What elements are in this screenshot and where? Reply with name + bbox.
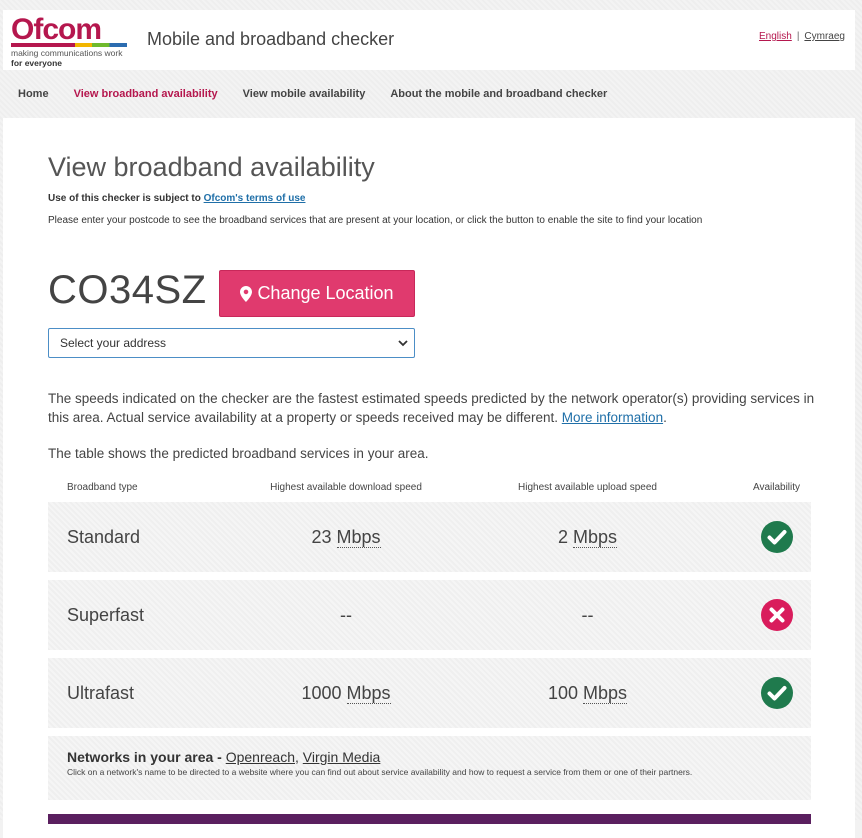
broadband-type: Standard	[48, 527, 259, 548]
header-availability: Availability	[742, 482, 811, 493]
upload-speed: 100 Mbps	[433, 683, 742, 704]
logo-tagline-bold: for everyone	[11, 58, 62, 68]
download-speed: --	[259, 605, 433, 626]
nav-mobile-availability[interactable]: View mobile availability	[243, 88, 366, 100]
networks-heading: Networks in your area - Openreach, Virgi…	[67, 749, 811, 765]
logo-wordmark: Ofcom	[11, 13, 101, 47]
instructions-text: Please enter your postcode to see the br…	[48, 215, 702, 226]
upload-value: --	[582, 605, 594, 625]
broadband-type: Superfast	[48, 605, 259, 626]
check-icon	[761, 521, 793, 553]
table-header: Broadband type Highest available downloa…	[48, 472, 811, 502]
check-icon	[761, 677, 793, 709]
language-switcher: English | Cymraeg	[759, 31, 845, 42]
chevron-down-icon	[398, 338, 408, 348]
download-speed: 23 Mbps	[259, 527, 433, 548]
nav-about[interactable]: About the mobile and broadband checker	[390, 88, 607, 100]
download-value: 1000	[301, 683, 341, 703]
availability-cell	[742, 677, 811, 709]
main-content: View broadband availability Use of this …	[3, 118, 855, 838]
site-header: Ofcom making communications work for eve…	[3, 10, 855, 70]
site-title: Mobile and broadband checker	[147, 29, 394, 50]
nav-home[interactable]: Home	[18, 88, 49, 100]
lang-english-link[interactable]: English	[759, 31, 792, 42]
header-broadband-type: Broadband type	[48, 482, 259, 493]
download-unit: Mbps	[347, 683, 391, 704]
download-speed: 1000 Mbps	[259, 683, 433, 704]
address-select-value: Select your address	[60, 336, 166, 350]
footer-bar	[48, 814, 811, 824]
terms-of-use-link[interactable]: Ofcom's terms of use	[204, 193, 306, 204]
disclaimer-text: The speeds indicated on the checker are …	[48, 391, 814, 425]
nav-broadband-availability[interactable]: View broadband availability	[74, 88, 218, 100]
ofcom-logo[interactable]: Ofcom making communications work for eve…	[11, 15, 131, 67]
networks-note: Click on a network's name to be directed…	[67, 767, 811, 777]
table-row: Standard 23 Mbps 2 Mbps	[48, 502, 811, 572]
upload-speed: 2 Mbps	[433, 527, 742, 548]
lang-separator: |	[797, 31, 800, 42]
cross-icon	[761, 599, 793, 631]
download-unit: Mbps	[337, 527, 381, 548]
terms-notice: Use of this checker is subject to Ofcom'…	[48, 193, 305, 204]
upload-value: 2	[558, 527, 568, 547]
broadband-table: Broadband type Highest available downloa…	[48, 472, 811, 800]
postcode-display: CO34SZ	[48, 268, 207, 313]
download-value: --	[340, 605, 352, 625]
table-intro: The table shows the predicted broadband …	[48, 446, 428, 461]
download-value: 23	[311, 527, 331, 547]
network-link-openreach[interactable]: Openreach	[226, 749, 295, 765]
upload-unit: Mbps	[573, 527, 617, 548]
lang-welsh-link[interactable]: Cymraeg	[804, 31, 845, 42]
availability-cell	[742, 521, 811, 553]
availability-cell	[742, 599, 811, 631]
table-row: Ultrafast 1000 Mbps 100 Mbps	[48, 658, 811, 728]
terms-prefix: Use of this checker is subject to	[48, 193, 201, 204]
upload-unit: Mbps	[583, 683, 627, 704]
table-row: Superfast -- --	[48, 580, 811, 650]
main-nav: Home View broadband availability View mo…	[3, 74, 855, 114]
header-download-speed: Highest available download speed	[259, 482, 433, 493]
upload-value: 100	[548, 683, 578, 703]
speed-disclaimer: The speeds indicated on the checker are …	[48, 389, 818, 427]
header-upload-speed: Highest available upload speed	[433, 482, 742, 493]
logo-tagline: making communications work	[11, 48, 122, 58]
page-title: View broadband availability	[48, 152, 375, 183]
upload-speed: --	[433, 605, 742, 626]
broadband-type: Ultrafast	[48, 683, 259, 704]
change-location-label: Change Location	[257, 283, 393, 304]
map-pin-icon	[240, 286, 252, 302]
logo-color-bar	[11, 43, 127, 47]
network-separator: ,	[295, 749, 299, 765]
networks-label: Networks in your area -	[67, 749, 222, 765]
networks-panel: Networks in your area - Openreach, Virgi…	[48, 736, 811, 800]
network-link-virgin-media[interactable]: Virgin Media	[303, 749, 381, 765]
change-location-button[interactable]: Change Location	[219, 270, 415, 317]
more-information-link[interactable]: More information	[562, 410, 663, 425]
address-select[interactable]: Select your address	[48, 328, 415, 358]
disclaimer-end: .	[663, 410, 667, 425]
